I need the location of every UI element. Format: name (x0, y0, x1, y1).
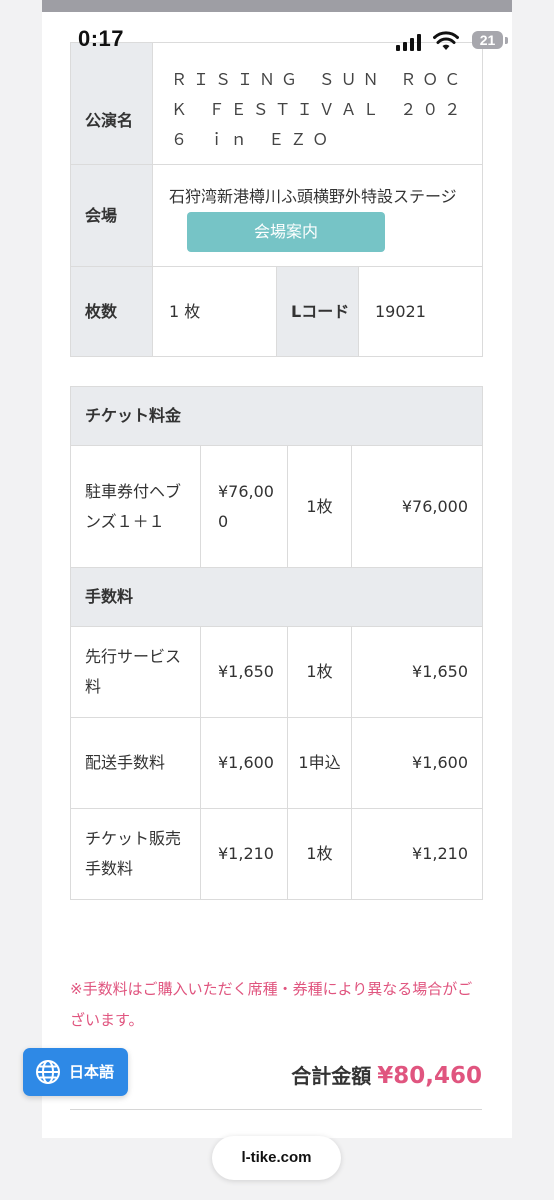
top-strip (42, 0, 512, 12)
ticket-quantity: 1枚 (287, 445, 352, 568)
fee-quantity: 1枚 (287, 808, 352, 900)
venue-name: 石狩湾新港樽川ふ頭横野外特設ステージ (169, 187, 457, 206)
battery-icon: 21 (472, 31, 503, 49)
total-label: 合計金額 (291, 1064, 372, 1088)
venue-guide-button[interactable]: 会場案内 (187, 212, 385, 252)
fee-subtotal: ¥1,210 (350, 808, 484, 900)
total-value: ¥80,460 (377, 1063, 482, 1089)
status-bar: 0:17 21 (42, 18, 512, 62)
divider (70, 1109, 482, 1110)
fee-item-name: 先行サービス料 (70, 626, 201, 718)
event-info-table: 公演名 ＲＩＳＩＮＧ ＳＵＮ ＲＯＣＫ ＦＥＳＴＩＶＡＬ ２０２６ ｉｎ ＥＺＯ… (70, 42, 484, 357)
fee-subtotal: ¥1,650 (350, 626, 484, 718)
fee-unit-price: ¥1,650 (200, 626, 288, 718)
lcode-value: 19021 (357, 266, 484, 357)
language-label: 日本語 (69, 1063, 115, 1081)
ticket-count-label: 枚数 (70, 266, 153, 357)
table-row: 駐車券付ヘブンズ１＋１ ¥76,000 1枚 ¥76,000 (70, 445, 484, 568)
battery-tip (505, 37, 508, 44)
fee-item-name: チケット販売手数料 (70, 808, 201, 900)
fee-unit-price: ¥1,600 (200, 717, 288, 809)
total-amount: 合計金額 ¥80,460 (70, 1060, 482, 1096)
cellular-signal-icon (396, 33, 426, 51)
ticket-unit-price: ¥76,000 (200, 445, 288, 568)
ticket-subtotal: ¥76,000 (350, 445, 484, 568)
venue-cell: 石狩湾新港樽川ふ頭横野外特設ステージ会場案内 (151, 164, 484, 267)
wifi-icon (433, 31, 459, 50)
venue-label: 会場 (70, 164, 153, 267)
table-row: 配送手数料 ¥1,600 1申込 ¥1,600 (70, 717, 484, 809)
fee-heading: 手数料 (69, 567, 484, 627)
price-breakdown-table: チケット料金 駐車券付ヘブンズ１＋１ ¥76,000 1枚 ¥76,000 手数… (69, 386, 484, 900)
status-time: 0:17 (78, 26, 125, 51)
ticket-count-value: 1 枚 (152, 266, 277, 357)
fee-item-name: 配送手数料 (70, 717, 201, 809)
globe-icon (36, 1060, 60, 1084)
fee-subtotal: ¥1,600 (350, 717, 484, 809)
table-row: 先行サービス料 ¥1,650 1枚 ¥1,650 (70, 626, 484, 718)
fee-unit-price: ¥1,210 (200, 808, 288, 900)
lcode-label: Lコード (276, 266, 359, 357)
fee-notice: ※手数料はご購入いただく席種・券種により異なる場合がございます。 (70, 980, 473, 1029)
table-row: チケット販売手数料 ¥1,210 1枚 ¥1,210 (70, 808, 484, 900)
url-bar[interactable]: l-tike.com (212, 1136, 341, 1180)
order-confirmation-card: 公演名 ＲＩＳＩＮＧ ＳＵＮ ＲＯＣＫ ＦＥＳＴＩＶＡＬ ２０２６ ｉｎ ＥＺＯ… (42, 0, 512, 1138)
fee-quantity: 1枚 (287, 626, 352, 718)
ticket-item-name: 駐車券付ヘブンズ１＋１ (70, 445, 201, 568)
ticket-price-heading: チケット料金 (69, 386, 484, 446)
language-button[interactable]: 日本語 (23, 1048, 128, 1096)
fee-quantity: 1申込 (287, 717, 352, 809)
